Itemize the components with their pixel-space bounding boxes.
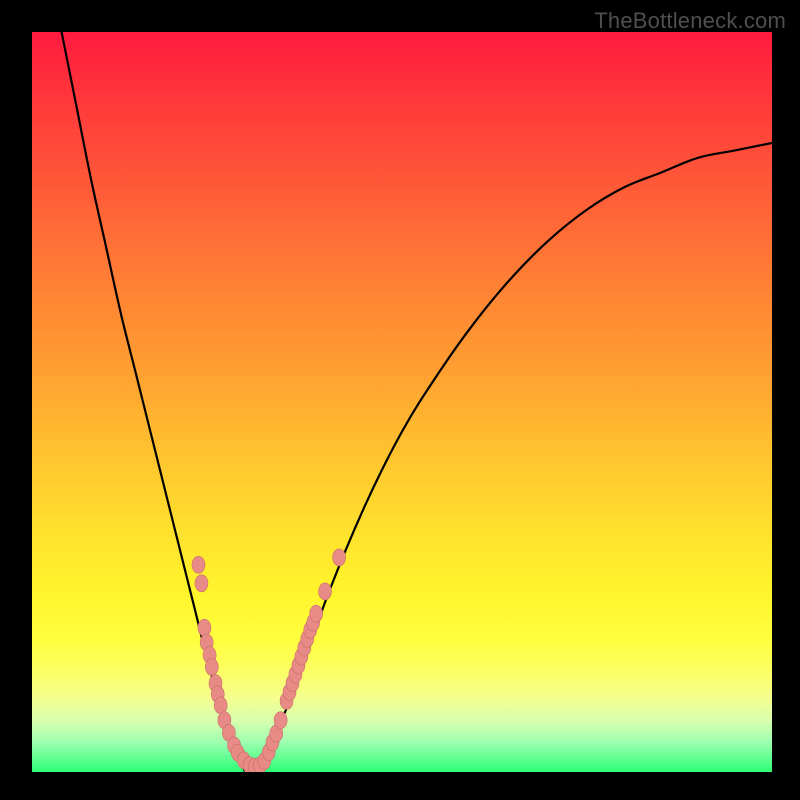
bead-marker: [274, 712, 287, 729]
chart-svg: [32, 32, 772, 772]
outer-frame: TheBottleneck.com: [0, 0, 800, 800]
bead-marker: [319, 583, 332, 600]
bead-marker: [205, 658, 218, 675]
bead-marker: [214, 697, 227, 714]
plot-area: [32, 32, 772, 772]
bead-marker: [333, 549, 346, 566]
bead-marker: [310, 605, 323, 622]
bead-marker: [192, 556, 205, 573]
bead-marker: [195, 575, 208, 592]
watermark-text: TheBottleneck.com: [594, 8, 786, 34]
bead-marker: [198, 619, 211, 636]
bead-cluster: [192, 549, 346, 772]
bottleneck-curve: [62, 32, 772, 772]
